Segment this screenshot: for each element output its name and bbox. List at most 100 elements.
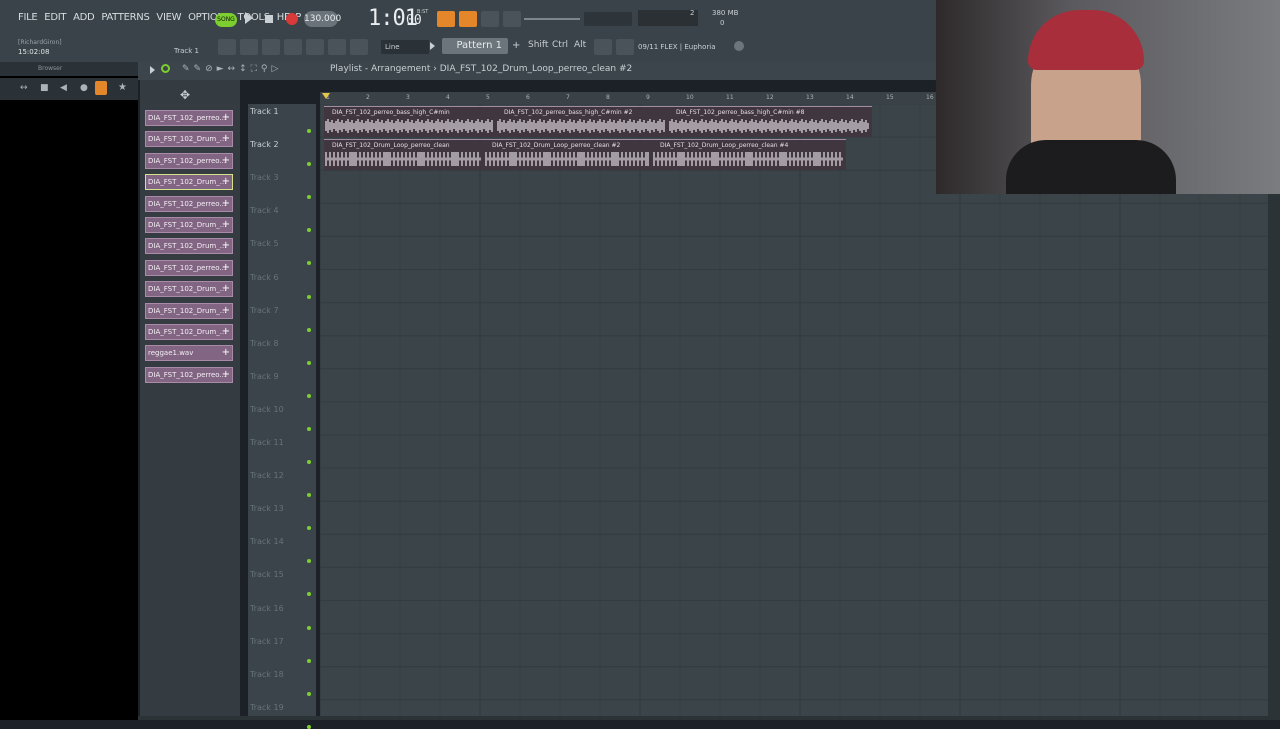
menu-patterns[interactable]: PATTERNS bbox=[101, 12, 150, 23]
track-label[interactable]: Track 6 bbox=[250, 273, 279, 282]
pattern-mode-icon[interactable] bbox=[437, 11, 455, 27]
track-label[interactable]: Track 11 bbox=[250, 438, 284, 447]
audio-clip[interactable]: DIA_FST_102_perreo_bass_high_C#min #2 bbox=[496, 106, 668, 137]
microphone-icon[interactable] bbox=[350, 39, 368, 55]
star-icon[interactable]: ★ bbox=[118, 82, 127, 93]
track-label[interactable]: Track 8 bbox=[250, 339, 279, 348]
add-clip-icon[interactable]: + bbox=[222, 175, 230, 189]
playlist-tools[interactable]: ✎✎⊘►↔↕⛶⚲▷ bbox=[182, 64, 282, 74]
master-pitch-slider[interactable] bbox=[584, 12, 632, 26]
metronome-icon[interactable] bbox=[481, 11, 499, 27]
mixer-icon[interactable] bbox=[284, 39, 302, 55]
track-mute-led[interactable] bbox=[307, 658, 311, 663]
add-clip-icon[interactable]: + bbox=[222, 304, 230, 318]
picker-clip[interactable]: DIA_FST_102_Drum_... + bbox=[145, 217, 233, 233]
arrow-right-icon[interactable] bbox=[328, 39, 346, 55]
search-icon[interactable]: ● bbox=[80, 83, 88, 93]
track-mute-led[interactable] bbox=[307, 625, 311, 630]
play-icon[interactable] bbox=[245, 12, 253, 24]
track-mute-led[interactable] bbox=[307, 724, 311, 729]
stop-icon[interactable] bbox=[265, 15, 273, 23]
add-clip-icon[interactable]: + bbox=[222, 346, 230, 360]
add-clip-icon[interactable]: + bbox=[222, 197, 230, 211]
menu-view[interactable]: VIEW bbox=[156, 12, 181, 23]
folder-icon[interactable]: ■ bbox=[40, 83, 49, 93]
wait-input-icon[interactable] bbox=[503, 11, 521, 27]
back-icon[interactable]: ◀ bbox=[60, 83, 67, 93]
browser-list[interactable] bbox=[0, 100, 138, 716]
playlist-grid[interactable] bbox=[320, 104, 1268, 716]
picker-clip[interactable]: DIA_FST_102_Drum_... + bbox=[145, 302, 233, 319]
plugin-picker-icon[interactable] bbox=[306, 39, 324, 55]
add-clip-icon[interactable]: + bbox=[222, 282, 230, 296]
picker-clip[interactable]: reggae1.wav + bbox=[145, 345, 233, 362]
picker-clip[interactable]: DIA_FST_102_Drum_... + bbox=[145, 281, 233, 298]
audio-clip[interactable]: DIA_FST_102_perreo_bass_high_C#min bbox=[324, 106, 496, 137]
audio-icon[interactable] bbox=[95, 81, 107, 95]
track-label[interactable]: Track 19 bbox=[250, 703, 284, 712]
audio-clip[interactable]: DIA_FST_102_Drum_Loop_perreo_clean bbox=[324, 139, 484, 170]
add-clip-icon[interactable]: + bbox=[222, 111, 230, 125]
track-mute-led[interactable] bbox=[307, 691, 311, 696]
track-label[interactable]: Track 18 bbox=[250, 670, 284, 679]
track-label[interactable]: Track 3 bbox=[250, 173, 279, 182]
track-label[interactable]: Track 13 bbox=[250, 504, 284, 513]
audio-clip[interactable]: DIA_FST_102_Drum_Loop_perreo_clean #2 bbox=[484, 139, 652, 170]
track-mute-led[interactable] bbox=[307, 294, 311, 299]
picker-clip[interactable]: DIA_FST_102_perreo... + bbox=[145, 366, 233, 383]
playlist-icon[interactable] bbox=[218, 39, 236, 55]
track-label[interactable]: Track 16 bbox=[250, 604, 284, 613]
magnet-icon[interactable] bbox=[161, 64, 170, 73]
add-clip-icon[interactable]: + bbox=[222, 325, 230, 339]
picker-clip[interactable]: DIA_FST_102_perreo... + bbox=[145, 152, 233, 169]
track-mute-led[interactable] bbox=[307, 426, 311, 431]
typing-keyboard-icon[interactable] bbox=[459, 11, 477, 27]
add-clip-icon[interactable]: + bbox=[222, 154, 230, 168]
picker-clip[interactable]: DIA_FST_102_Drum_... + bbox=[145, 238, 233, 255]
menu-add[interactable]: ADD bbox=[73, 12, 95, 23]
snap-mode-select[interactable]: Line bbox=[381, 40, 429, 54]
track-label[interactable]: Track 12 bbox=[250, 471, 284, 480]
track-label[interactable]: Track 7 bbox=[250, 306, 279, 315]
globe-icon[interactable] bbox=[734, 41, 744, 51]
record-icon[interactable] bbox=[286, 13, 298, 25]
track-label[interactable]: Track 15 bbox=[250, 570, 284, 579]
track-label[interactable]: Track 2 bbox=[250, 140, 279, 149]
track-label[interactable]: Track 14 bbox=[250, 537, 284, 546]
tempo-display[interactable]: 130.000 bbox=[304, 11, 341, 27]
playlist-menu-arrow-icon[interactable] bbox=[150, 66, 155, 74]
track-label[interactable]: Track 10 bbox=[250, 405, 284, 414]
track-label[interactable]: Track 9 bbox=[250, 372, 279, 381]
track-mute-led[interactable] bbox=[307, 129, 311, 133]
picker-clip[interactable]: DIA_FST_102_Drum_... + bbox=[145, 324, 233, 340]
picker-resize-icon[interactable]: ✥ bbox=[180, 88, 190, 102]
horizontal-scrollbar[interactable] bbox=[138, 716, 1280, 720]
track-label[interactable]: Track 5 bbox=[250, 239, 279, 248]
channel-rack-icon[interactable] bbox=[262, 39, 280, 55]
piano-roll-icon[interactable] bbox=[240, 39, 258, 55]
add-clip-icon[interactable]: + bbox=[222, 239, 230, 253]
add-pattern-icon[interactable]: + bbox=[512, 40, 520, 51]
menu-edit[interactable]: EDIT bbox=[44, 12, 66, 23]
add-clip-icon[interactable]: + bbox=[222, 261, 230, 275]
track-mute-led[interactable] bbox=[307, 327, 311, 332]
picker-clip[interactable]: DIA_FST_102_Drum_... + bbox=[145, 131, 233, 148]
playhead-marker[interactable] bbox=[322, 93, 330, 99]
plugin-icon[interactable] bbox=[616, 39, 634, 55]
track-mute-led[interactable] bbox=[307, 360, 311, 365]
vertical-scrollbar[interactable] bbox=[1268, 104, 1280, 716]
picker-clip[interactable]: DIA_FST_102_perreo... + bbox=[145, 259, 233, 276]
menu-file[interactable]: FILE bbox=[18, 12, 38, 23]
track-label[interactable]: Track 1 bbox=[250, 107, 279, 116]
picker-clip[interactable]: DIA_FST_102_perreo... + bbox=[145, 195, 233, 212]
audio-clip[interactable]: DIA_FST_102_perreo_bass_high_C#min #8 bbox=[668, 106, 872, 137]
picker-clip[interactable]: DIA_FST_102_Drum_... + bbox=[145, 174, 233, 191]
picker-clip[interactable]: DIA_FST_102_perreo... + bbox=[145, 110, 233, 126]
track-label[interactable]: Track 4 bbox=[250, 206, 279, 215]
collapse-icon[interactable]: ↔ bbox=[20, 83, 28, 93]
add-clip-icon[interactable]: + bbox=[222, 218, 230, 232]
track-mute-led[interactable] bbox=[307, 393, 311, 398]
add-clip-icon[interactable]: + bbox=[222, 368, 230, 382]
loop-record-icon[interactable] bbox=[594, 39, 612, 55]
track-label[interactable]: Track 17 bbox=[250, 637, 284, 646]
